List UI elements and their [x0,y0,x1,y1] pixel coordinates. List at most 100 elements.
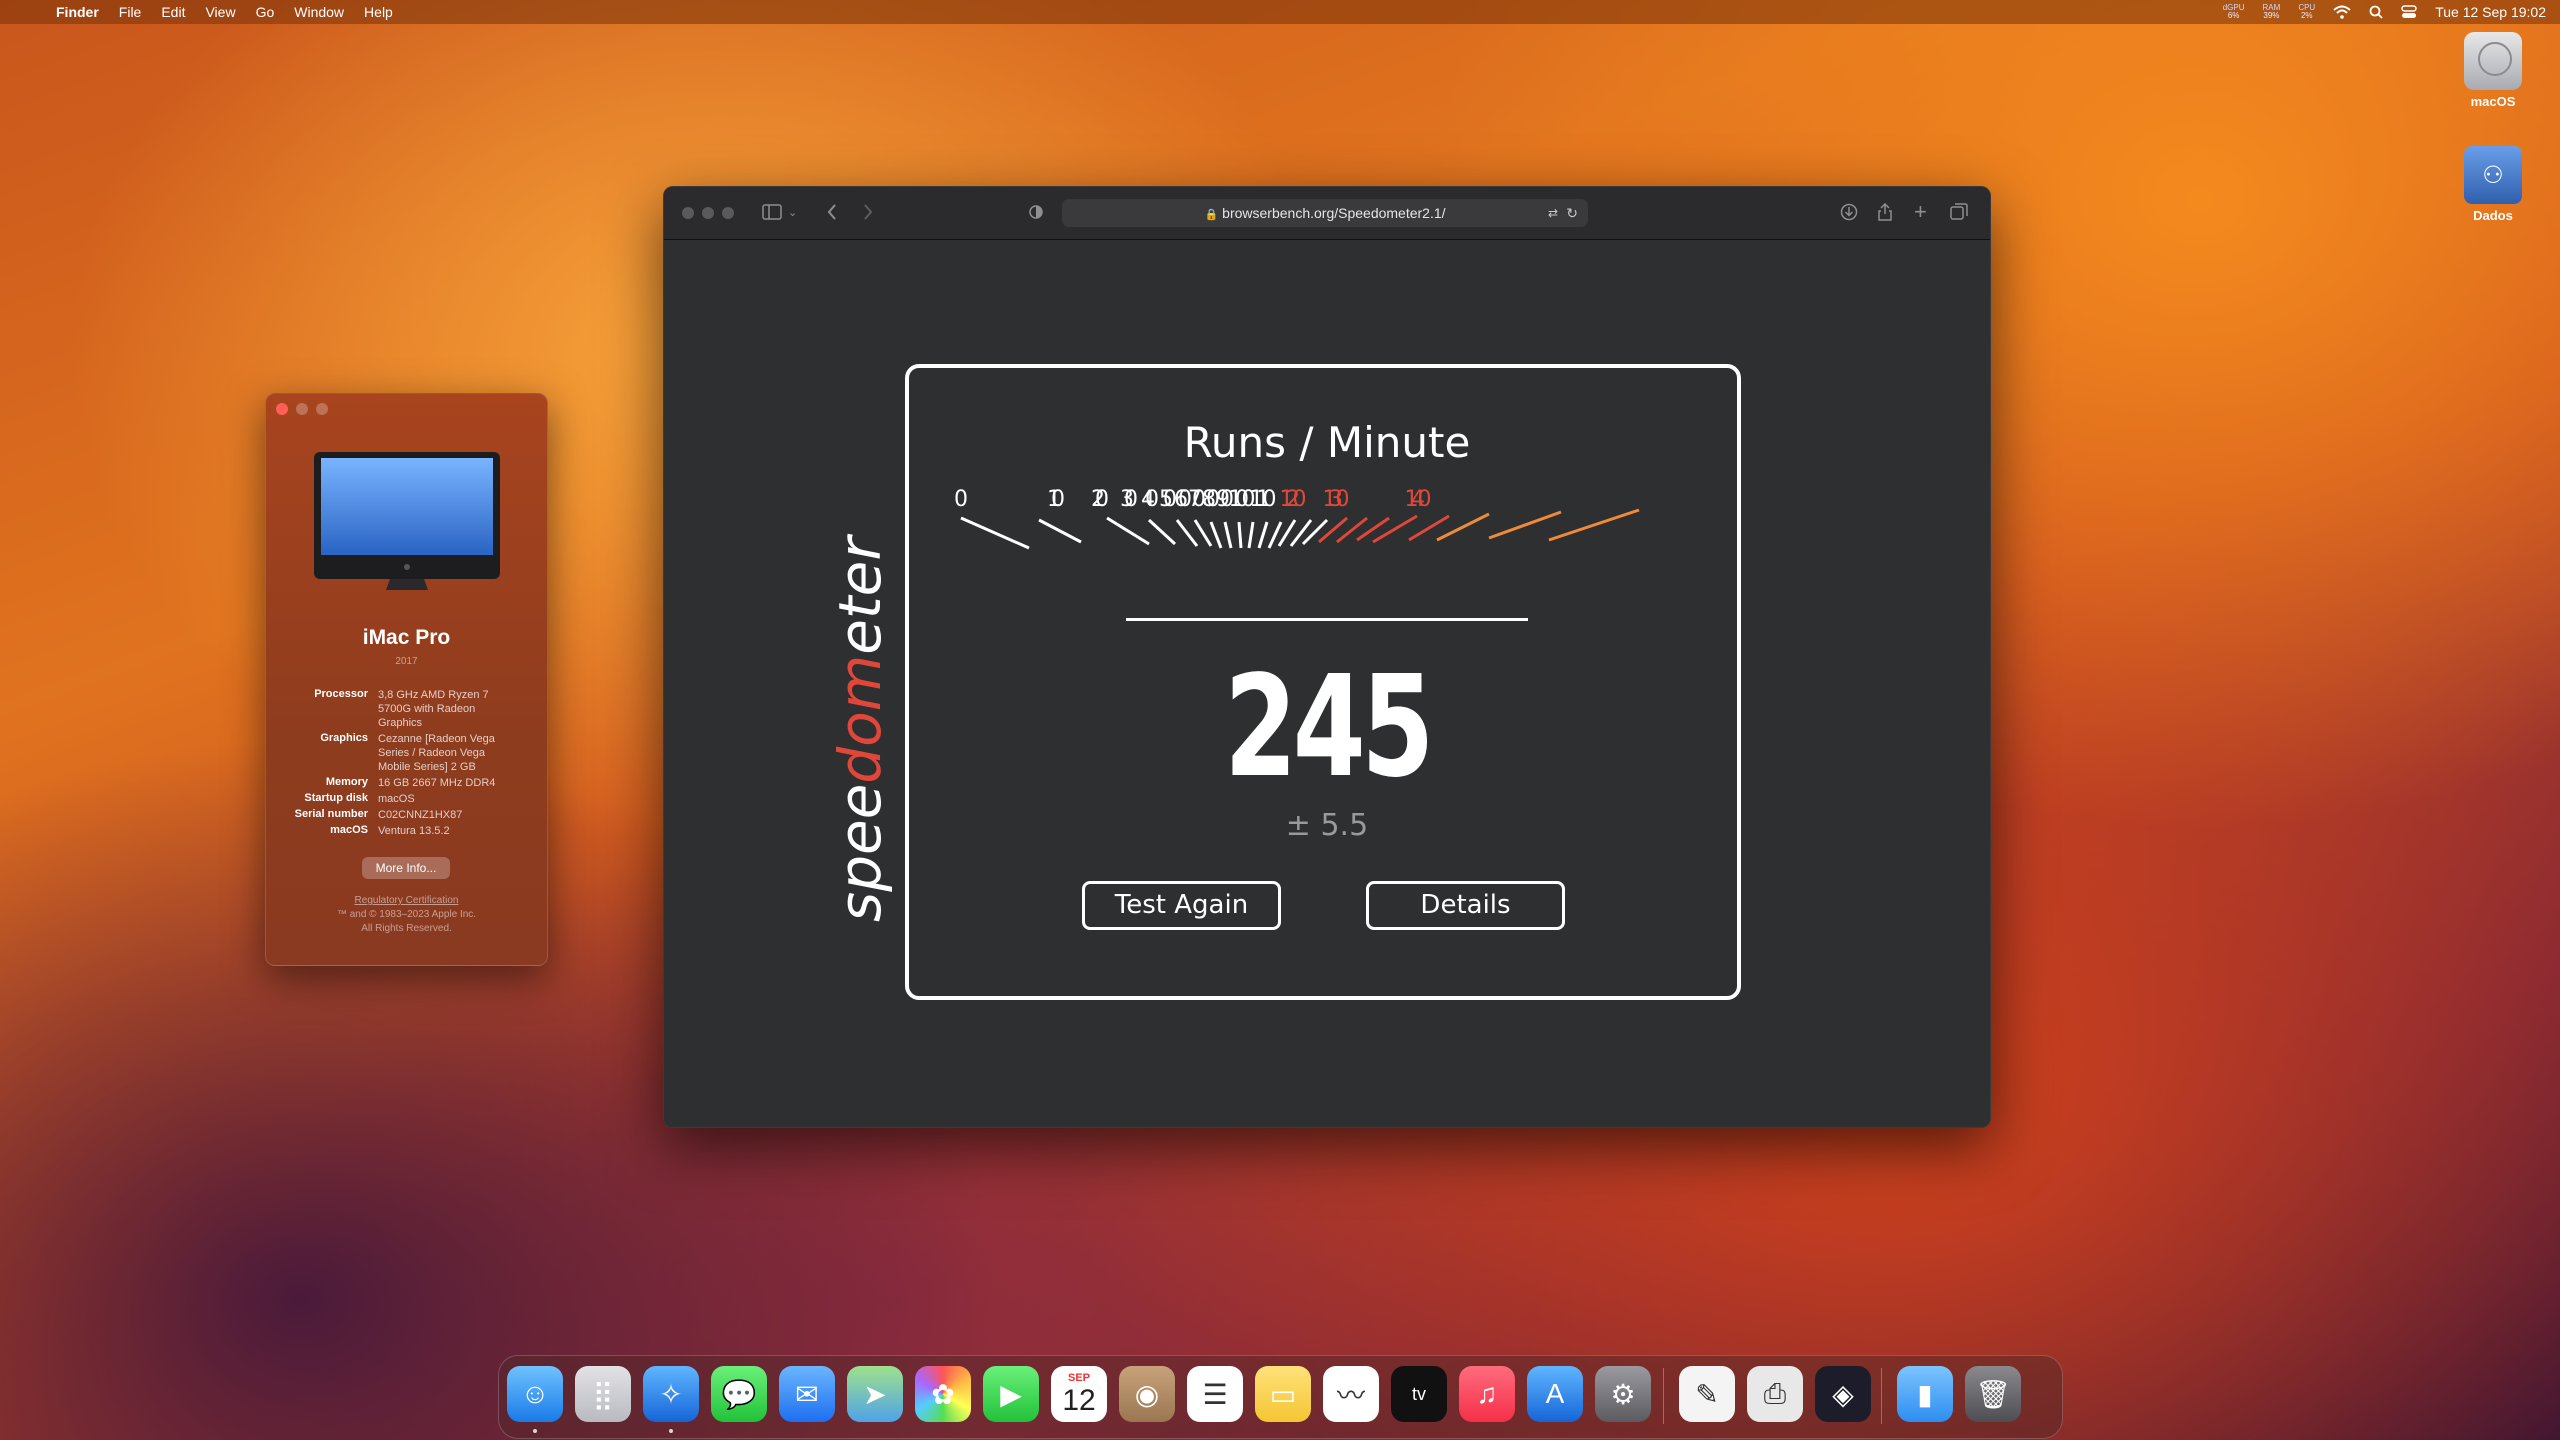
dock-reminders[interactable]: ☰ [1187,1366,1243,1422]
chevron-down-icon[interactable]: ⌄ [788,203,797,223]
rights-text: All Rights Reserved. [361,923,452,934]
zoom-button[interactable] [316,403,328,415]
spec-row-serial-number: Serial number C02CNNZ1HX87 [276,808,541,822]
spec-list: Processor 3,8 GHz AMD Ryzen 7 5700G with … [276,688,541,840]
gauge-tick [1038,518,1082,544]
forward-arrow-icon[interactable] [862,203,874,221]
gpu-stat[interactable]: dGPU 6% [2223,4,2245,20]
spotlight-search-icon[interactable] [2369,5,2383,19]
close-button[interactable] [682,207,694,219]
dock-launchpad[interactable]: ⣿ [575,1366,631,1422]
tab-overview-icon[interactable] [1950,203,1968,221]
reload-icon[interactable]: ↻ [1566,199,1578,227]
spec-key: Processor [314,688,368,700]
dock-separator [1663,1368,1664,1424]
score-margin: ± 5.5 [1285,808,1369,843]
test-again-button[interactable]: Test Again [1082,881,1281,930]
dock-messages[interactable]: 💬 [711,1366,767,1422]
dock-notes[interactable]: ▭ [1255,1366,1311,1422]
gauge-tick [1488,510,1562,540]
ram-stat[interactable]: RAM 39% [2263,4,2281,20]
hard-disk-icon [2464,32,2522,90]
regulatory-certification-link[interactable]: Regulatory Certification [266,894,547,908]
gauge-label-20: 20 [1091,487,1109,512]
menu-edit[interactable]: Edit [161,4,185,20]
spec-value: 3,8 GHz AMD Ryzen 7 5700G with Radeon Gr… [378,689,489,729]
spec-value: Ventura 13.5.2 [378,825,450,837]
wifi-icon[interactable] [2333,5,2351,19]
menu-file[interactable]: File [119,4,142,20]
minimize-button[interactable] [702,207,714,219]
dock-maps[interactable]: ➤ [847,1366,903,1422]
new-tab-icon[interactable]: + [1914,201,1927,223]
dock: ☺ ⣿ ✧ 💬 ✉ ➤ ✿ ▶ SEP 12 ◉ ☰ ▭ 〰 tv ♫ A ⚙ ✎ ⎙ ◈ ▮ 🗑 [498,1355,2063,1439]
minimize-button[interactable] [296,403,308,415]
downloads-icon[interactable] [1840,203,1858,221]
sidebar-toggle-icon[interactable] [762,203,782,221]
dock-system-settings[interactable]: ⚙ [1595,1366,1651,1422]
menu-view[interactable]: View [205,4,235,20]
finder-icon: ☺ [520,1378,550,1409]
control-center-icon[interactable] [2401,5,2417,19]
spec-row-macos: macOS Ventura 13.5.2 [276,824,541,838]
spec-key: Graphics [320,732,368,744]
desktop-icon-label: Dados [2473,208,2513,223]
zoom-button[interactable] [722,207,734,219]
dock-preview[interactable]: ⎙ [1747,1366,1803,1422]
dock-photos[interactable]: ✿ [915,1366,971,1422]
desktop-icon-dados[interactable]: ⚇ Dados [2438,146,2548,223]
close-button[interactable] [276,403,288,415]
dock-mail[interactable]: ✉ [779,1366,835,1422]
safari-icon: ✧ [659,1378,683,1410]
dock-facetime[interactable]: ▶ [983,1366,1039,1422]
menu-go[interactable]: Go [256,4,275,20]
gauge-tick [1223,521,1233,549]
dock-freeform[interactable]: 〰 [1323,1366,1379,1422]
running-indicator [669,1429,673,1433]
more-info-button[interactable]: More Info... [362,857,450,879]
dock-calendar[interactable]: SEP 12 [1051,1366,1107,1422]
about-this-mac-window: iMac Pro 2017 Processor 3,8 GHz AMD Ryzen… [265,393,548,966]
dock-davinci-resolve[interactable]: ◈ [1815,1366,1871,1422]
dock-contacts[interactable]: ◉ [1119,1366,1175,1422]
downloads-icon: ▮ [1917,1378,1933,1410]
desktop-icon-macos[interactable]: macOS [2438,32,2548,109]
share-icon[interactable] [1877,203,1893,221]
dock-finder[interactable]: ☺ [507,1366,563,1422]
menu-clock[interactable]: Tue 12 Sep 19:02 [2435,4,2546,20]
davinci-resolve-icon: ◈ [1832,1378,1854,1410]
gauge-label-40: 40 [1141,487,1159,512]
dock-trash[interactable]: 🗑 [1965,1366,2021,1422]
details-button[interactable]: Details [1366,881,1565,930]
gauge-tick [1257,521,1269,549]
back-arrow-icon[interactable] [826,203,838,221]
privacy-shield-icon[interactable] [1028,203,1044,221]
notes-icon: ▭ [1269,1378,1297,1410]
address-bar[interactable]: 🔒 browserbench.org/Speedometer2.1/ ⇄ ↻ [1062,199,1588,227]
web-content: speedometer Runs / Minute 0 10 20 30 40 50 60 7… [664,240,1990,1127]
menu-help[interactable]: Help [364,4,393,20]
dock-app-store[interactable]: A [1527,1366,1583,1422]
reminders-icon: ☰ [1202,1378,1228,1410]
gauge-divider [1126,618,1528,621]
mac-model-name: iMac Pro [362,626,451,649]
textedit-icon: ✎ [1695,1378,1719,1410]
menu-app-finder[interactable]: Finder [56,4,99,20]
dock-music[interactable]: ♫ [1459,1366,1515,1422]
menu-window[interactable]: Window [294,4,344,20]
cpu-stat[interactable]: CPU 2% [2298,4,2315,20]
photos-icon: ✿ [931,1378,955,1410]
copyright-text: ™ and © 1983–2023 Apple Inc. [336,909,477,920]
launchpad-icon: ⣿ [592,1378,614,1410]
gauge-label-10: 10 [1047,487,1065,512]
dock-tv[interactable]: tv [1391,1366,1447,1422]
dock-safari[interactable]: ✧ [643,1366,699,1422]
translate-icon[interactable]: ⇄ [1548,199,1558,227]
dock-textedit[interactable]: ✎ [1679,1366,1735,1422]
spec-key: Startup disk [304,792,368,804]
calendar-day: 12 [1062,1384,1096,1417]
mail-icon: ✉ [795,1378,819,1410]
speed-gauge: 0 10 20 30 40 5060708090100110 120 130 140 [954,487,1640,550]
spec-row-startup-disk: Startup disk macOS [276,792,541,806]
dock-downloads[interactable]: ▮ [1897,1366,1953,1422]
